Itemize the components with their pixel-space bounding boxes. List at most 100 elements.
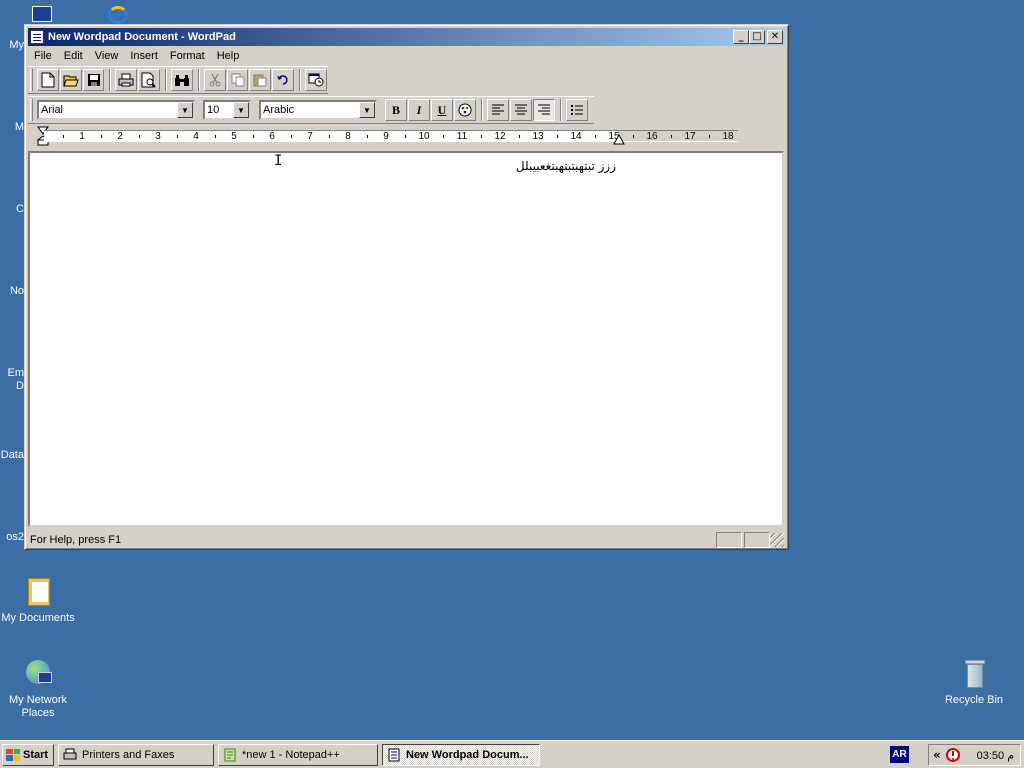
chevron-down-icon[interactable]: ▼: [233, 102, 249, 118]
menu-file[interactable]: File: [28, 50, 58, 62]
open-folder-icon: [63, 75, 79, 87]
chevron-down-icon[interactable]: ▼: [177, 102, 193, 118]
italic-button[interactable]: I: [408, 99, 430, 121]
right-indent-marker-icon[interactable]: [613, 134, 625, 146]
ruler-number: 14: [570, 131, 582, 142]
cut-button[interactable]: [203, 69, 226, 91]
ruler-number: 13: [532, 131, 544, 142]
ruler[interactable]: 1 2 3 4 5 6 7 8 9 10 11 12 13 14 15 16 1…: [28, 126, 738, 146]
ruler-number: 10: [418, 131, 430, 142]
my-network-places-icon[interactable]: My Network Places: [0, 658, 76, 720]
menu-insert[interactable]: Insert: [124, 50, 164, 62]
task-wordpad[interactable]: New Wordpad Docum...: [382, 743, 540, 766]
ruler-tick: [63, 135, 64, 138]
start-button[interactable]: Start: [2, 743, 54, 766]
close-button[interactable]: ✕: [767, 30, 783, 44]
ruler-scale: 1 2 3 4 5 6 7 8 9 10 11 12 13 14 15 16 1…: [44, 130, 738, 142]
font-name-dropdown[interactable]: Arial ▼: [37, 100, 195, 120]
minimize-button[interactable]: _: [733, 30, 749, 44]
clock[interactable]: 03:50 م: [977, 749, 1014, 762]
task-printers-and-faxes[interactable]: Printers and Faxes: [58, 743, 214, 766]
notepad-plus-plus-icon: [224, 748, 236, 761]
desktop-label-partial[interactable]: My: [0, 39, 24, 51]
align-left-button[interactable]: [487, 99, 509, 121]
ruler-tick: [329, 135, 330, 138]
text-cursor-icon: I: [274, 153, 283, 169]
insert-date-time-button[interactable]: [305, 69, 327, 91]
status-pane: [744, 532, 770, 548]
bullet-list-icon: [571, 105, 583, 115]
system-tray: « 03:50 م: [928, 744, 1021, 766]
underline-button[interactable]: U: [431, 99, 453, 121]
task-notepad-plus-plus[interactable]: *new 1 - Notepad++: [218, 743, 378, 766]
task-label: *new 1 - Notepad++: [242, 748, 340, 761]
underline-label: U: [437, 102, 447, 117]
desktop-label-partial[interactable]: No: [0, 285, 24, 297]
italic-label: I: [416, 102, 422, 117]
desktop-label-partial[interactable]: Data: [0, 449, 24, 461]
desktop-label-partial[interactable]: Em: [0, 367, 25, 379]
script-value: Arabic: [263, 104, 295, 116]
print-preview-icon: [141, 72, 156, 88]
desktop-top-icon-1[interactable]: [28, 2, 54, 24]
script-dropdown[interactable]: Arabic ▼: [259, 100, 377, 120]
language-indicator[interactable]: AR: [890, 746, 909, 763]
ruler-tick: [519, 135, 520, 138]
paste-button[interactable]: [249, 69, 272, 91]
print-preview-button[interactable]: [138, 69, 161, 91]
bold-button[interactable]: B: [385, 99, 407, 121]
print-button[interactable]: [115, 69, 138, 91]
menu-edit[interactable]: Edit: [58, 50, 89, 62]
desktop-label-partial[interactable]: os2: [0, 531, 24, 543]
trash-icon: [958, 658, 990, 690]
internet-explorer-icon[interactable]: [104, 2, 134, 24]
desktop-label-partial[interactable]: D: [0, 380, 24, 392]
font-size-dropdown[interactable]: 10 ▼: [203, 100, 251, 120]
copy-button[interactable]: [226, 69, 249, 91]
toolbar-separator: [299, 69, 302, 91]
chevron-down-icon[interactable]: ▼: [359, 102, 375, 118]
desktop-label-partial[interactable]: M: [0, 121, 24, 133]
toolbar-grip[interactable]: [30, 99, 33, 121]
resize-grip-icon[interactable]: [770, 533, 784, 547]
menu-view[interactable]: View: [89, 50, 125, 62]
align-center-button[interactable]: [510, 99, 532, 121]
document-text[interactable]: ززز تبتهبتبتهبتغعبيبلل: [516, 159, 616, 173]
ruler-number: 17: [684, 131, 696, 142]
ruler-number: 6: [269, 131, 275, 142]
align-right-button[interactable]: [533, 99, 555, 121]
my-documents-icon[interactable]: My Documents: [0, 576, 76, 625]
wordpad-window: New Wordpad Document - WordPad _ □ ✕ Fil…: [24, 24, 789, 550]
my-network-places-label: My Network Places: [8, 694, 68, 719]
find-button[interactable]: [171, 69, 193, 91]
desktop-label-partial[interactable]: C: [0, 203, 24, 215]
new-document-button[interactable]: [36, 69, 59, 91]
toolbar-separator: [109, 69, 112, 91]
align-left-icon: [492, 104, 504, 115]
title-bar[interactable]: New Wordpad Document - WordPad _ □ ✕: [28, 28, 785, 46]
ruler-tick: [139, 135, 140, 138]
maximize-button[interactable]: □: [749, 30, 765, 44]
save-button[interactable]: [82, 69, 105, 91]
copy-icon: [231, 73, 245, 87]
menu-format[interactable]: Format: [164, 50, 211, 62]
ruler-tick: [291, 135, 292, 138]
menu-help[interactable]: Help: [211, 50, 246, 62]
document-editor[interactable]: ززز تبتهبتبتهبتغعبيبلل I: [28, 151, 784, 527]
undo-button[interactable]: [272, 69, 295, 91]
wordpad-app-icon[interactable]: [30, 30, 44, 44]
open-button[interactable]: [59, 69, 82, 91]
align-center-icon: [515, 104, 527, 115]
show-hidden-icons-button[interactable]: «: [933, 748, 941, 762]
scissors-icon: [209, 73, 221, 87]
window-title: New Wordpad Document - WordPad: [48, 31, 236, 43]
toolbar-grip[interactable]: [30, 69, 33, 91]
window-controls: _ □ ✕: [733, 30, 783, 44]
toolbar-separator: [481, 99, 483, 121]
bullets-button[interactable]: [566, 99, 588, 121]
ruler-tick: [367, 135, 368, 138]
recycle-bin-icon[interactable]: Recycle Bin: [936, 658, 1012, 707]
security-alert-icon[interactable]: [945, 747, 961, 763]
ruler-tick: [443, 135, 444, 138]
color-button[interactable]: [454, 99, 476, 121]
